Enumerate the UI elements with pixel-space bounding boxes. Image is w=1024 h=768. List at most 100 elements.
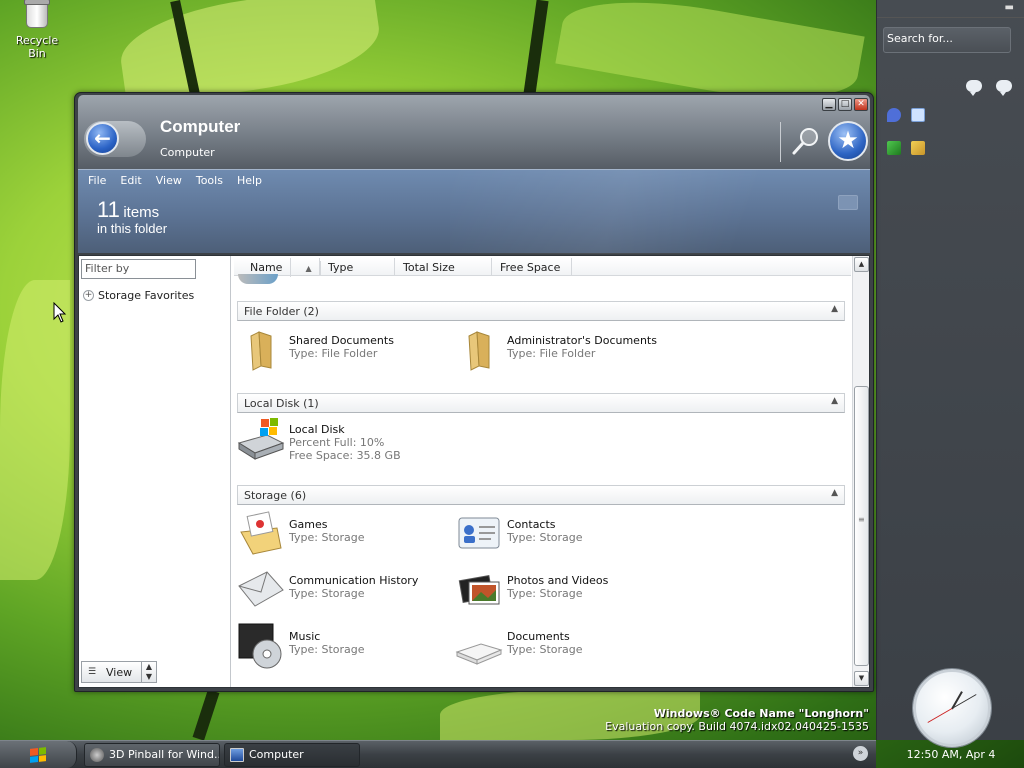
- list-item[interactable]: Contacts Type: Storage: [455, 510, 670, 558]
- green-arrow-icon[interactable]: [887, 141, 901, 155]
- item-detail: Percent Full: 10%: [289, 436, 385, 449]
- list-item[interactable]: Local Disk Percent Full: 10% Free Space:…: [237, 413, 452, 462]
- item-name: Communication History: [289, 574, 419, 587]
- list-item[interactable]: Documents Type: Storage: [455, 622, 670, 670]
- sidebar-tile-row: [887, 108, 925, 122]
- item-count-unit: items: [123, 204, 160, 221]
- wallpaper-leaf: [0, 280, 70, 580]
- list-item[interactable]: Administrator's Documents Type: File Fold…: [455, 326, 670, 374]
- column-header-total-size[interactable]: Total Size: [395, 258, 492, 275]
- sidebar-tile-row: [887, 141, 925, 155]
- taskbar-button-label: Computer: [249, 748, 304, 761]
- scrolled-item-peek: [238, 274, 278, 284]
- envelope-icon: [237, 566, 285, 614]
- item-name: Contacts: [507, 518, 556, 531]
- collapse-caret-icon[interactable]: ▲: [831, 304, 838, 314]
- sidebar-topbar: ▬: [877, 0, 1024, 18]
- computer-icon: [230, 748, 244, 762]
- cube-icon[interactable]: [911, 108, 925, 122]
- list-item[interactable]: Music Type: Storage: [237, 622, 452, 670]
- back-button[interactable]: ←: [84, 121, 146, 157]
- group-header-storage[interactable]: Storage (6) ▲: [237, 485, 845, 505]
- favorite-star-button[interactable]: ★: [828, 121, 868, 161]
- item-name: Documents: [507, 630, 570, 643]
- minimize-button[interactable]: ▁: [822, 98, 836, 111]
- explorer-window: ▁ □ ✕ ← Computer Computer ★ File Edit Vi…: [74, 92, 874, 692]
- filter-input[interactable]: Filter by: [81, 259, 196, 279]
- item-detail: Type: Storage: [507, 531, 583, 544]
- breadcrumb[interactable]: Computer: [160, 146, 215, 159]
- window-titlebar[interactable]: ▁ □ ✕ ← Computer Computer ★: [78, 95, 870, 169]
- recycle-bin-desktop-icon[interactable]: Recycle Bin: [6, 0, 68, 60]
- list-item[interactable]: Shared Documents Type: File Folder: [237, 326, 452, 374]
- column-header-type[interactable]: Type: [320, 258, 395, 275]
- item-detail: Type: Storage: [289, 643, 365, 656]
- folder-icon: [237, 326, 285, 374]
- windows-logo-icon: [30, 746, 46, 763]
- item-detail: Type: Storage: [507, 643, 583, 656]
- recycle-bin-label: Recycle Bin: [15, 34, 59, 60]
- speech-bubble-icon[interactable]: [966, 80, 982, 96]
- group-header-local-disk[interactable]: Local Disk (1) ▲: [237, 393, 845, 413]
- menu-help[interactable]: Help: [237, 174, 270, 187]
- folder-header: File Edit View Tools Help 11 items in th…: [78, 169, 870, 254]
- storage-favorites-node[interactable]: + Storage Favorites: [83, 289, 194, 302]
- view-spinner-icon[interactable]: ▲ ▼: [141, 662, 156, 682]
- watermark-title: Windows® Code Name "Longhorn": [653, 707, 869, 720]
- item-detail: Type: File Folder: [507, 347, 596, 360]
- music-disc-icon: [237, 622, 285, 670]
- scrollbar-thumb[interactable]: [854, 386, 869, 666]
- sidebar-collapse-icon[interactable]: ▬: [1005, 2, 1014, 13]
- clock-second-hand: [927, 708, 953, 723]
- view-button[interactable]: ☰ View ▲ ▼: [81, 661, 157, 683]
- taskbar-button-computer[interactable]: Computer: [224, 743, 360, 767]
- tools-icon[interactable]: [911, 141, 925, 155]
- speech-bubble-icon[interactable]: [996, 80, 1012, 96]
- scroll-down-button[interactable]: ▼: [854, 671, 869, 686]
- build-watermark: Windows® Code Name "Longhorn" Evaluation…: [605, 707, 869, 733]
- scroll-up-button[interactable]: ▲: [854, 257, 869, 272]
- expand-plus-icon[interactable]: +: [83, 290, 94, 301]
- watermark-build: Evaluation copy. Build 4074.idx02.040425…: [605, 720, 869, 733]
- titlebar-divider: [780, 122, 781, 162]
- recycle-bin-icon: [24, 0, 50, 28]
- start-button[interactable]: [0, 741, 77, 768]
- menu-file[interactable]: File: [88, 174, 114, 187]
- header-shine: [450, 170, 870, 254]
- sidebar: ▬ Search for... 12:50 AM, Apr 4: [876, 0, 1024, 761]
- window-title: Computer: [160, 117, 241, 136]
- list-item[interactable]: Games Type: Storage: [237, 510, 452, 558]
- list-item[interactable]: Communication History Type: Storage: [237, 566, 452, 614]
- item-name: Music: [289, 630, 321, 643]
- collapse-caret-icon[interactable]: ▲: [831, 488, 838, 498]
- analog-clock[interactable]: [913, 669, 991, 747]
- sort-ascending-icon: ▲: [297, 261, 321, 276]
- menu-tools[interactable]: Tools: [196, 174, 231, 187]
- column-header-name[interactable]: Name ▲: [234, 258, 321, 277]
- item-detail: Type: Storage: [289, 531, 365, 544]
- item-count-number: 11: [97, 197, 120, 222]
- taskbar-button-pinball[interactable]: 3D Pinball for Wind...: [84, 743, 220, 767]
- wallpaper-stem: [523, 0, 549, 96]
- item-name: Games: [289, 518, 328, 531]
- close-button[interactable]: ✕: [854, 98, 868, 111]
- maximize-button[interactable]: □: [838, 98, 852, 111]
- column-header-free-space[interactable]: Free Space: [492, 258, 572, 275]
- sidebar-search-input[interactable]: Search for...: [883, 27, 1011, 53]
- right-pane: Name ▲ Type Total Size Free Space File Fo…: [232, 256, 869, 687]
- search-magnifier-icon[interactable]: [790, 125, 822, 157]
- group-header-file-folder[interactable]: File Folder (2) ▲: [237, 301, 845, 321]
- storage-favorites-label: Storage Favorites: [98, 289, 195, 302]
- messenger-icon[interactable]: [887, 108, 901, 122]
- view-list-icon: ☰: [88, 667, 97, 677]
- sidebar-notification-icons: [966, 80, 1012, 96]
- collapse-caret-icon[interactable]: ▲: [831, 396, 838, 406]
- menu-edit[interactable]: Edit: [120, 174, 149, 187]
- item-name: Local Disk: [289, 423, 345, 436]
- preview-pane-toggle-icon[interactable]: [838, 195, 858, 210]
- tray-expand-icon[interactable]: »: [853, 746, 868, 761]
- vertical-scrollbar[interactable]: ▲ ▼: [852, 256, 869, 687]
- left-pane: Filter by + Storage Favorites ☰ View ▲ ▼: [79, 256, 231, 687]
- list-item[interactable]: Photos and Videos Type: Storage: [455, 566, 670, 614]
- menu-view[interactable]: View: [156, 174, 190, 187]
